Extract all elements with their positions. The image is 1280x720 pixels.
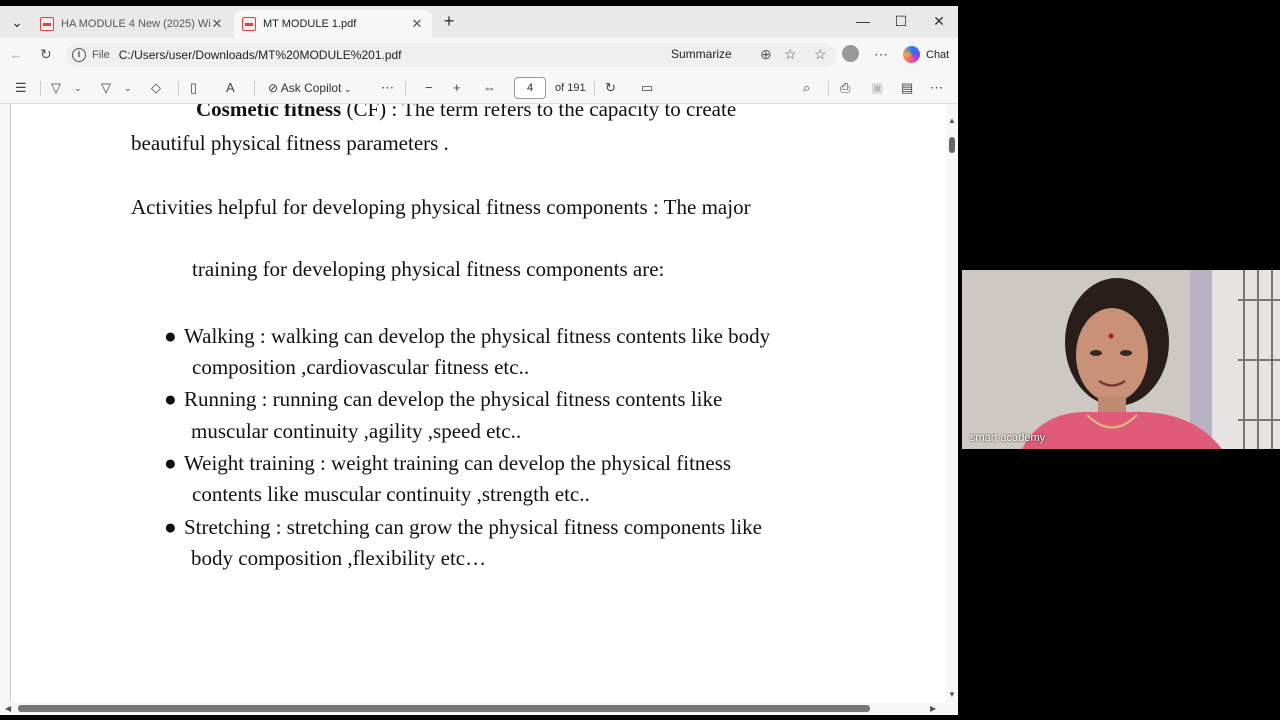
- bullet-icon: ●: [164, 324, 177, 348]
- doc-line: Activities helpful for developing physic…: [131, 195, 751, 219]
- scroll-left-arrow-icon[interactable]: ◀: [5, 704, 11, 713]
- search-icon[interactable]: ⌕: [803, 80, 810, 96]
- tab-ha-module[interactable]: HA MODULE 4 New (2025) With I ✕: [32, 10, 232, 38]
- divider: [594, 81, 595, 96]
- bullet-line: Weight training : weight training can de…: [184, 451, 732, 475]
- tab-actions-chevron-icon[interactable]: ⌄: [8, 12, 26, 32]
- close-window-icon[interactable]: ✕: [932, 11, 946, 31]
- tab-mt-module[interactable]: MT MODULE 1.pdf ✕: [234, 10, 432, 38]
- url-text: C:/Users/user/Downloads/MT%20MODULE%201.…: [118, 48, 402, 62]
- chat-label: Chat: [926, 48, 950, 61]
- vertical-scroll-thumb[interactable]: [949, 137, 955, 153]
- pdf-page-area[interactable]: Cosmetic fitness (CF) : The term refers …: [10, 104, 946, 702]
- copilot-chat-button[interactable]: Chat: [903, 46, 949, 63]
- divider: [828, 81, 829, 96]
- ask-copilot-label: Ask Copilot: [280, 81, 342, 95]
- pdf-icon: [242, 17, 256, 31]
- draw-icon[interactable]: ▽: [101, 80, 111, 96]
- scroll-right-arrow-icon[interactable]: ▶: [930, 704, 936, 713]
- zoom-in-icon[interactable]: +: [453, 80, 461, 95]
- presenter-video-image: [962, 270, 1280, 449]
- doc-line: beautiful physical fitness parameters .: [131, 131, 449, 155]
- profile-avatar[interactable]: [842, 45, 859, 62]
- more-menu-icon[interactable]: ⋯: [874, 46, 888, 63]
- fit-width-icon[interactable]: ⇔: [483, 80, 496, 95]
- cut-off-line-bold: Cosmetic fitness: [196, 104, 342, 121]
- highlight-icon[interactable]: ▽: [51, 80, 61, 96]
- tab-label: HA MODULE 4 New (2025) With I: [61, 18, 210, 30]
- bullet-line: body composition ,flexibility etc…: [191, 546, 487, 570]
- pdf-icon: [40, 17, 54, 31]
- two-page-view-icon[interactable]: ▭: [641, 80, 653, 96]
- bullet-line: Running : running can develop the physic…: [184, 387, 723, 411]
- address-bar: ← ↻ i File C:/Users/user/Downloads/MT%20…: [0, 38, 958, 72]
- bullet-line: Walking : walking can develop the physic…: [184, 324, 771, 348]
- bullet-icon: ●: [164, 387, 177, 411]
- read-aloud-icon[interactable]: A: [226, 80, 235, 95]
- settings-more-icon[interactable]: ⋯: [930, 80, 943, 96]
- browser-window: ⌄ HA MODULE 4 New (2025) With I ✕ MT MOD…: [0, 6, 958, 715]
- doc-line: training for developing physical fitness…: [192, 257, 665, 281]
- refresh-icon[interactable]: ↻: [40, 46, 52, 63]
- chevron-down-icon: ⌄: [341, 84, 352, 94]
- zoom-icon[interactable]: ⊕: [760, 46, 772, 63]
- cut-off-line-rest: (CF) : The term refers to the capacity t…: [341, 104, 737, 121]
- print-icon[interactable]: ⎙: [840, 80, 850, 96]
- save-as-icon[interactable]: ▤: [901, 80, 913, 96]
- page-view-icon[interactable]: ▯: [190, 80, 197, 96]
- webcam-feed: smart academy: [962, 270, 1280, 449]
- bullet-line: composition ,cardiovascular fitness etc.…: [192, 355, 530, 379]
- tab-label: MT MODULE 1.pdf: [263, 18, 357, 30]
- divider: [254, 81, 255, 96]
- scroll-down-arrow-icon[interactable]: ▼: [948, 690, 956, 699]
- screen: ⌄ HA MODULE 4 New (2025) With I ✕ MT MOD…: [0, 0, 1280, 720]
- more-tools-icon[interactable]: ⋯: [381, 80, 394, 96]
- bullet-line: muscular continuity ,agility ,speed etc.…: [191, 419, 522, 443]
- page-total: of 191: [555, 82, 586, 94]
- scroll-up-arrow-icon[interactable]: ▲: [948, 116, 956, 125]
- info-icon[interactable]: i: [72, 48, 86, 62]
- favorite-star-icon[interactable]: ☆: [784, 46, 797, 63]
- contents-list-icon[interactable]: ☰: [15, 80, 27, 96]
- pdf-toolbar: ☰ ▽ ⌄ ▽ ⌄ ◇ ▯ A ⊘ Ask Copilot ⌄ ⋯ − + ⇔ …: [0, 72, 958, 104]
- horizontal-scrollbar[interactable]: ◀ ▶: [0, 702, 958, 715]
- tab-bar: ⌄ HA MODULE 4 New (2025) With I ✕ MT MOD…: [0, 6, 958, 38]
- summarize-button[interactable]: Summarize: [671, 47, 732, 61]
- bullet-icon: ●: [164, 451, 177, 475]
- bullet-line: Stretching : stretching can grow the phy…: [184, 515, 762, 539]
- favorites-icon[interactable]: ☆: [814, 46, 827, 63]
- divider: [40, 81, 41, 96]
- back-arrow-icon[interactable]: ←: [9, 46, 23, 62]
- close-tab-icon[interactable]: ✕: [210, 16, 224, 32]
- page-number-input[interactable]: 4: [514, 77, 546, 99]
- divider: [405, 81, 406, 96]
- minimize-icon[interactable]: —: [856, 11, 870, 31]
- webcam-name-label: smart academy: [970, 432, 1046, 444]
- bullet-icon: ●: [164, 515, 177, 539]
- highlight-dropdown-icon[interactable]: ⌄: [74, 83, 82, 94]
- cut-off-line: Cosmetic fitness (CF) : The term refers …: [196, 104, 736, 122]
- scheme-label: File: [92, 49, 110, 61]
- horizontal-scroll-thumb[interactable]: [18, 705, 870, 712]
- save-icon: ▣: [871, 80, 884, 95]
- copilot-icon: [903, 46, 920, 63]
- summarize-label: Summarize: [671, 47, 732, 61]
- rotate-icon[interactable]: ↻: [605, 80, 616, 96]
- vertical-scrollbar[interactable]: ▲ ▼: [946, 104, 958, 702]
- eraser-icon[interactable]: ◇: [151, 80, 161, 96]
- close-tab-icon[interactable]: ✕: [410, 16, 424, 32]
- maximize-icon[interactable]: ☐: [894, 11, 908, 31]
- draw-dropdown-icon[interactable]: ⌄: [124, 83, 132, 94]
- copilot-outline-icon: ⊘: [268, 81, 281, 95]
- new-tab-icon[interactable]: +: [440, 11, 458, 31]
- zoom-out-icon[interactable]: −: [425, 80, 433, 95]
- ask-copilot-button[interactable]: ⊘ Ask Copilot ⌄: [268, 81, 351, 95]
- divider: [178, 81, 179, 96]
- bullet-line: contents like muscular continuity ,stren…: [192, 482, 590, 506]
